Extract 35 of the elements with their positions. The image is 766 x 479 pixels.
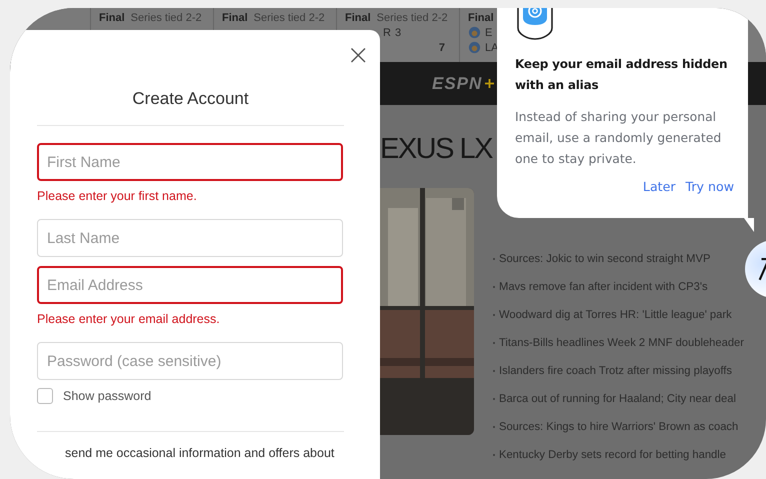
dialog-title: Create Account — [131, 89, 250, 110]
game-status: Final — [468, 12, 494, 24]
news-link[interactable]: Titans-Bills headlines Week 2 MNF doubleheader — [499, 337, 744, 349]
popup-text: Instead of sharing your personal email, use a randomly generated one to stay private. — [515, 108, 722, 168]
news-link[interactable]: Barca out of running for Haaland; City near deal — [499, 393, 736, 405]
news-link[interactable]: Woodward dig at Torres HR: 'Little league' park — [499, 309, 732, 321]
popup-action[interactable]: Try now — [686, 179, 734, 194]
error-message: Please enter your first name. — [37, 188, 198, 205]
news-link[interactable]: Kentucky Derby sets record for betting handle — [499, 449, 726, 461]
popup-action[interactable]: Later — [642, 179, 676, 194]
team-score: 7 — [438, 42, 445, 54]
plus-icon — [485, 79, 494, 88]
team-score: 3 — [394, 26, 402, 38]
input-field[interactable]: Email Address — [37, 266, 343, 304]
series-note: Series tied 2-2 — [254, 12, 325, 24]
series-note: Series tied 2-2 — [376, 12, 448, 24]
popup-title: Keep your email address hidden with an alias — [515, 56, 728, 94]
consent-text: send me occasional information and offers about — [64, 446, 336, 460]
game-status: Final — [99, 12, 125, 24]
team-name: E — [485, 26, 492, 38]
headline[interactable]: EXUS LX — [380, 131, 492, 167]
error-message: Please enter your email address. — [37, 311, 221, 328]
news-link[interactable]: Sources: Kings to hire Warriors' Brown as coach — [499, 421, 738, 433]
news-link[interactable]: Sources: Jokic to win second straight MVP — [499, 253, 710, 265]
input-field[interactable]: First Name — [37, 143, 343, 181]
news-link[interactable]: Islanders fire coach Trotz after missing playoffs — [499, 365, 732, 377]
checkbox[interactable] — [37, 388, 53, 404]
team-name: R — [383, 26, 391, 38]
game-status: Final — [345, 12, 371, 24]
logo[interactable]: ESPN — [432, 74, 482, 94]
checkbox-label[interactable]: Show password — [63, 389, 152, 403]
news-link[interactable]: Mavs remove fan after incident with CP3's — [499, 281, 708, 293]
game-status: Final — [222, 12, 248, 24]
close-button[interactable]: × — [346, 42, 370, 68]
series-note: Series tied 2-2 — [130, 12, 202, 24]
